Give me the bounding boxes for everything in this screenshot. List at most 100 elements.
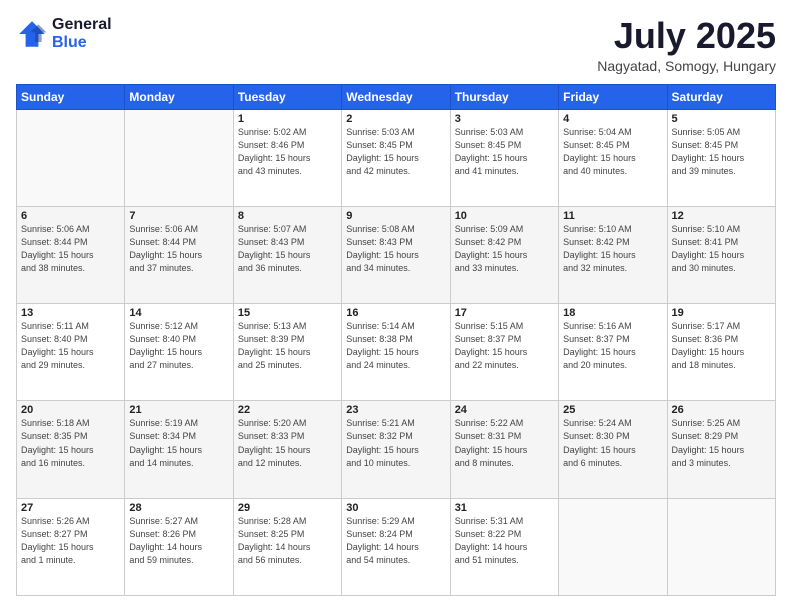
calendar-cell: 24Sunrise: 5:22 AM Sunset: 8:31 PM Dayli… <box>450 401 558 498</box>
page: General Blue July 2025 Nagyatad, Somogy,… <box>0 0 792 612</box>
title-section: July 2025 Nagyatad, Somogy, Hungary <box>597 16 776 74</box>
calendar-cell: 30Sunrise: 5:29 AM Sunset: 8:24 PM Dayli… <box>342 498 450 595</box>
day-info: Sunrise: 5:31 AM Sunset: 8:22 PM Dayligh… <box>455 515 554 567</box>
day-info: Sunrise: 5:10 AM Sunset: 8:41 PM Dayligh… <box>672 223 771 275</box>
weekday-header: Friday <box>559 84 667 109</box>
day-number: 29 <box>238 502 337 514</box>
day-info: Sunrise: 5:02 AM Sunset: 8:46 PM Dayligh… <box>238 126 337 178</box>
day-info: Sunrise: 5:22 AM Sunset: 8:31 PM Dayligh… <box>455 417 554 469</box>
calendar-cell: 25Sunrise: 5:24 AM Sunset: 8:30 PM Dayli… <box>559 401 667 498</box>
day-info: Sunrise: 5:13 AM Sunset: 8:39 PM Dayligh… <box>238 320 337 372</box>
day-number: 3 <box>455 113 554 125</box>
day-info: Sunrise: 5:27 AM Sunset: 8:26 PM Dayligh… <box>129 515 228 567</box>
day-number: 27 <box>21 502 120 514</box>
day-number: 21 <box>129 404 228 416</box>
day-number: 28 <box>129 502 228 514</box>
calendar-cell: 31Sunrise: 5:31 AM Sunset: 8:22 PM Dayli… <box>450 498 558 595</box>
day-info: Sunrise: 5:06 AM Sunset: 8:44 PM Dayligh… <box>21 223 120 275</box>
calendar-cell: 14Sunrise: 5:12 AM Sunset: 8:40 PM Dayli… <box>125 304 233 401</box>
day-number: 20 <box>21 404 120 416</box>
calendar-cell: 4Sunrise: 5:04 AM Sunset: 8:45 PM Daylig… <box>559 109 667 206</box>
day-number: 8 <box>238 210 337 222</box>
weekday-header: Thursday <box>450 84 558 109</box>
day-number: 14 <box>129 307 228 319</box>
day-number: 11 <box>563 210 662 222</box>
calendar-cell: 26Sunrise: 5:25 AM Sunset: 8:29 PM Dayli… <box>667 401 775 498</box>
calendar-cell: 7Sunrise: 5:06 AM Sunset: 8:44 PM Daylig… <box>125 206 233 303</box>
calendar-cell: 2Sunrise: 5:03 AM Sunset: 8:45 PM Daylig… <box>342 109 450 206</box>
weekday-header: Monday <box>125 84 233 109</box>
calendar-week-row: 1Sunrise: 5:02 AM Sunset: 8:46 PM Daylig… <box>17 109 776 206</box>
calendar-cell: 22Sunrise: 5:20 AM Sunset: 8:33 PM Dayli… <box>233 401 341 498</box>
day-number: 17 <box>455 307 554 319</box>
calendar-week-row: 27Sunrise: 5:26 AM Sunset: 8:27 PM Dayli… <box>17 498 776 595</box>
calendar-cell: 12Sunrise: 5:10 AM Sunset: 8:41 PM Dayli… <box>667 206 775 303</box>
day-number: 15 <box>238 307 337 319</box>
calendar-cell <box>125 109 233 206</box>
calendar-table: SundayMondayTuesdayWednesdayThursdayFrid… <box>16 84 776 596</box>
location-title: Nagyatad, Somogy, Hungary <box>597 58 776 74</box>
day-info: Sunrise: 5:03 AM Sunset: 8:45 PM Dayligh… <box>455 126 554 178</box>
weekday-header: Wednesday <box>342 84 450 109</box>
day-number: 31 <box>455 502 554 514</box>
calendar-week-row: 13Sunrise: 5:11 AM Sunset: 8:40 PM Dayli… <box>17 304 776 401</box>
day-info: Sunrise: 5:20 AM Sunset: 8:33 PM Dayligh… <box>238 417 337 469</box>
day-number: 25 <box>563 404 662 416</box>
calendar-cell: 6Sunrise: 5:06 AM Sunset: 8:44 PM Daylig… <box>17 206 125 303</box>
calendar-cell: 19Sunrise: 5:17 AM Sunset: 8:36 PM Dayli… <box>667 304 775 401</box>
calendar-cell: 11Sunrise: 5:10 AM Sunset: 8:42 PM Dayli… <box>559 206 667 303</box>
calendar-cell: 15Sunrise: 5:13 AM Sunset: 8:39 PM Dayli… <box>233 304 341 401</box>
day-info: Sunrise: 5:12 AM Sunset: 8:40 PM Dayligh… <box>129 320 228 372</box>
day-info: Sunrise: 5:05 AM Sunset: 8:45 PM Dayligh… <box>672 126 771 178</box>
day-info: Sunrise: 5:24 AM Sunset: 8:30 PM Dayligh… <box>563 417 662 469</box>
calendar-cell: 29Sunrise: 5:28 AM Sunset: 8:25 PM Dayli… <box>233 498 341 595</box>
day-number: 18 <box>563 307 662 319</box>
calendar-cell <box>667 498 775 595</box>
calendar-cell: 28Sunrise: 5:27 AM Sunset: 8:26 PM Dayli… <box>125 498 233 595</box>
calendar-week-row: 20Sunrise: 5:18 AM Sunset: 8:35 PM Dayli… <box>17 401 776 498</box>
weekday-header-row: SundayMondayTuesdayWednesdayThursdayFrid… <box>17 84 776 109</box>
calendar-cell: 20Sunrise: 5:18 AM Sunset: 8:35 PM Dayli… <box>17 401 125 498</box>
weekday-header: Sunday <box>17 84 125 109</box>
day-info: Sunrise: 5:06 AM Sunset: 8:44 PM Dayligh… <box>129 223 228 275</box>
day-number: 2 <box>346 113 445 125</box>
calendar-cell: 3Sunrise: 5:03 AM Sunset: 8:45 PM Daylig… <box>450 109 558 206</box>
calendar-cell: 13Sunrise: 5:11 AM Sunset: 8:40 PM Dayli… <box>17 304 125 401</box>
day-number: 5 <box>672 113 771 125</box>
day-number: 19 <box>672 307 771 319</box>
day-info: Sunrise: 5:26 AM Sunset: 8:27 PM Dayligh… <box>21 515 120 567</box>
day-number: 13 <box>21 307 120 319</box>
day-number: 24 <box>455 404 554 416</box>
calendar-cell: 18Sunrise: 5:16 AM Sunset: 8:37 PM Dayli… <box>559 304 667 401</box>
day-number: 16 <box>346 307 445 319</box>
calendar-week-row: 6Sunrise: 5:06 AM Sunset: 8:44 PM Daylig… <box>17 206 776 303</box>
logo-text: General Blue <box>52 16 112 52</box>
day-info: Sunrise: 5:11 AM Sunset: 8:40 PM Dayligh… <box>21 320 120 372</box>
day-number: 6 <box>21 210 120 222</box>
day-number: 7 <box>129 210 228 222</box>
day-info: Sunrise: 5:15 AM Sunset: 8:37 PM Dayligh… <box>455 320 554 372</box>
day-number: 9 <box>346 210 445 222</box>
day-info: Sunrise: 5:10 AM Sunset: 8:42 PM Dayligh… <box>563 223 662 275</box>
day-number: 22 <box>238 404 337 416</box>
day-info: Sunrise: 5:28 AM Sunset: 8:25 PM Dayligh… <box>238 515 337 567</box>
header: General Blue July 2025 Nagyatad, Somogy,… <box>16 16 776 74</box>
calendar-cell: 5Sunrise: 5:05 AM Sunset: 8:45 PM Daylig… <box>667 109 775 206</box>
day-info: Sunrise: 5:07 AM Sunset: 8:43 PM Dayligh… <box>238 223 337 275</box>
day-number: 10 <box>455 210 554 222</box>
day-info: Sunrise: 5:18 AM Sunset: 8:35 PM Dayligh… <box>21 417 120 469</box>
day-info: Sunrise: 5:21 AM Sunset: 8:32 PM Dayligh… <box>346 417 445 469</box>
day-number: 1 <box>238 113 337 125</box>
calendar-cell: 8Sunrise: 5:07 AM Sunset: 8:43 PM Daylig… <box>233 206 341 303</box>
month-title: July 2025 <box>597 16 776 56</box>
calendar-cell: 17Sunrise: 5:15 AM Sunset: 8:37 PM Dayli… <box>450 304 558 401</box>
calendar-cell: 23Sunrise: 5:21 AM Sunset: 8:32 PM Dayli… <box>342 401 450 498</box>
day-info: Sunrise: 5:04 AM Sunset: 8:45 PM Dayligh… <box>563 126 662 178</box>
calendar-cell <box>559 498 667 595</box>
day-info: Sunrise: 5:09 AM Sunset: 8:42 PM Dayligh… <box>455 223 554 275</box>
calendar-cell <box>17 109 125 206</box>
day-number: 30 <box>346 502 445 514</box>
calendar-cell: 1Sunrise: 5:02 AM Sunset: 8:46 PM Daylig… <box>233 109 341 206</box>
day-number: 23 <box>346 404 445 416</box>
day-info: Sunrise: 5:19 AM Sunset: 8:34 PM Dayligh… <box>129 417 228 469</box>
